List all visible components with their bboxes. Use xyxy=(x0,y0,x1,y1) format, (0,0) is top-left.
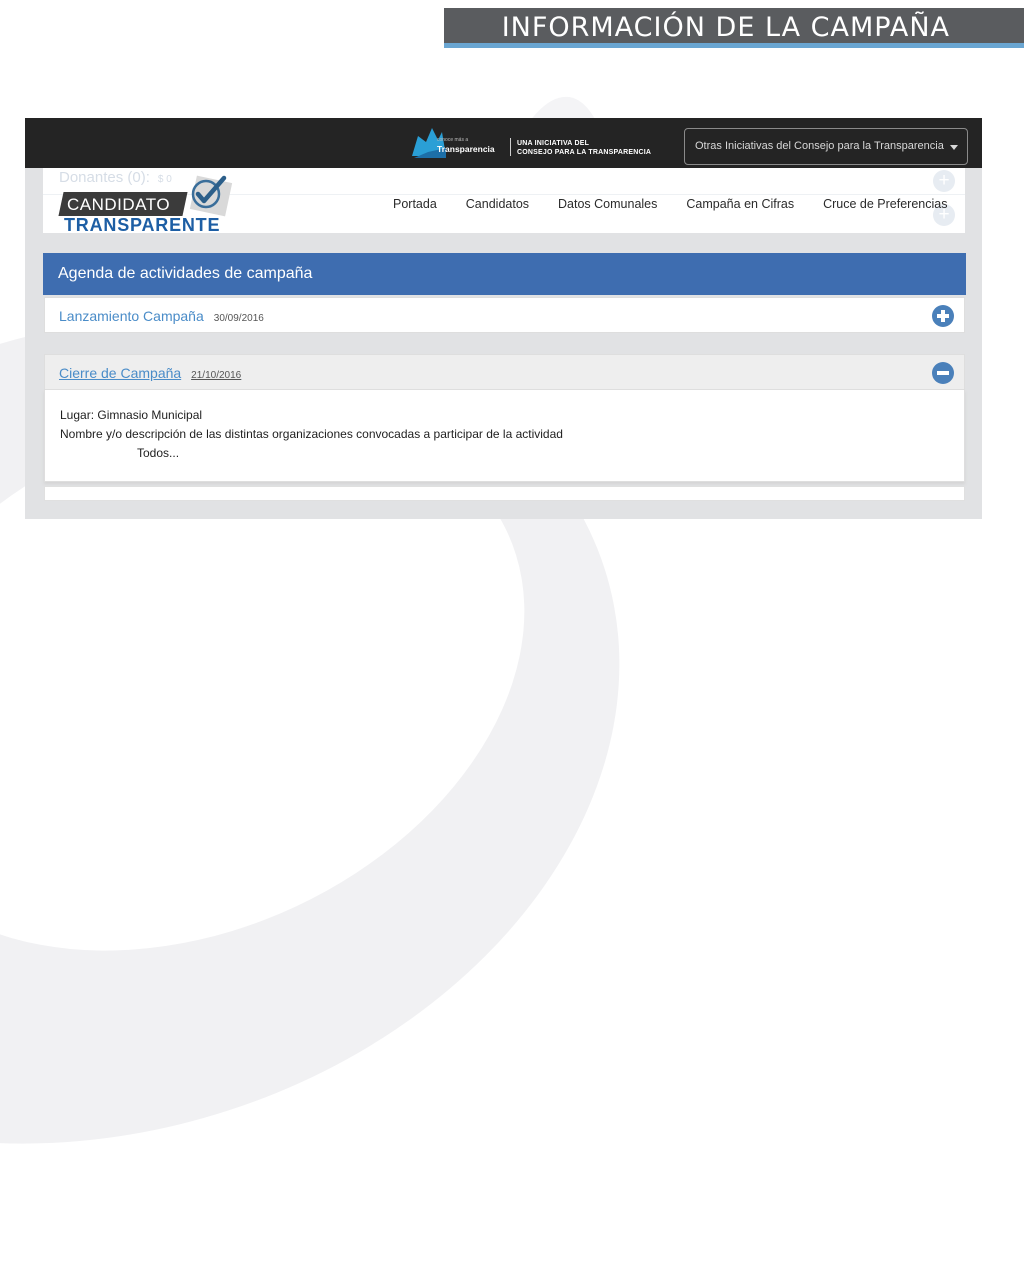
other-initiatives-dropdown[interactable]: Otras Iniciativas del Consejo para la Tr… xyxy=(684,128,968,165)
nav-item-campana-en-cifras[interactable]: Campaña en Cifras xyxy=(686,197,794,211)
logo-line-2: TRANSPARENTE xyxy=(64,215,221,235)
brand-separator xyxy=(510,138,511,156)
panel-footer xyxy=(44,486,965,501)
event-description-value: Todos... xyxy=(137,446,180,460)
transparencia-brand: conoce más a Transparencia xyxy=(437,137,495,154)
main-menu: Portada Candidatos Datos Comunales Campa… xyxy=(393,197,947,211)
event-place: Lugar: Gimnasio Municipal xyxy=(60,408,203,422)
other-initiatives-label: Otras Iniciativas del Consejo para la Tr… xyxy=(695,140,944,152)
event-date: 21/10/2016 xyxy=(191,370,242,381)
nav-item-datos-comunales[interactable]: Datos Comunales xyxy=(558,197,657,211)
caret-down-icon xyxy=(950,145,958,150)
nav-item-portada[interactable]: Portada xyxy=(393,197,437,211)
plus-circle-icon[interactable] xyxy=(932,305,954,327)
nav-item-cruce-de-preferencias[interactable]: Cruce de Preferencias xyxy=(823,197,947,211)
event-detail-panel: Lugar: Gimnasio Municipal Nombre y/o des… xyxy=(44,390,965,482)
event-title-link[interactable]: Lanzamiento Campaña 30/09/2016 xyxy=(59,308,264,324)
agenda-event-row-expanded[interactable]: Cierre de Campaña 21/10/2016 xyxy=(44,354,965,390)
logo-line-1: CANDIDATO xyxy=(67,195,171,214)
slide-title-bar: INFORMACIÓN DE LA CAMPAÑA xyxy=(444,8,1024,48)
event-date: 30/09/2016 xyxy=(213,313,264,324)
agenda-event-row[interactable]: Lanzamiento Campaña 30/09/2016 xyxy=(44,297,965,333)
top-bar: conoce más a Transparencia UNA INICIATIV… xyxy=(25,118,982,168)
event-description-label: Nombre y/o descripción de las distintas … xyxy=(60,427,563,441)
brand-tagline: UNA INICIATIVA DEL CONSEJO PARA LA TRANS… xyxy=(517,140,652,156)
agenda-header: Agenda de actividades de campaña xyxy=(43,253,966,295)
checkmark-icon xyxy=(191,175,227,209)
plus-circle-icon: + xyxy=(933,170,955,192)
site-header: Donantes (0): $ 0 + + CANDIDATO TRANSPARE… xyxy=(43,168,965,235)
candidato-transparente-logo[interactable]: CANDIDATO TRANSPARENTE xyxy=(58,175,233,235)
minus-circle-icon[interactable] xyxy=(932,362,954,384)
nav-item-candidatos[interactable]: Candidatos xyxy=(466,197,529,211)
event-title-link[interactable]: Cierre de Campaña 21/10/2016 xyxy=(59,365,241,381)
website-screenshot: conoce más a Transparencia UNA INICIATIV… xyxy=(25,118,982,519)
slide-title: INFORMACIÓN DE LA CAMPAÑA xyxy=(501,12,950,43)
